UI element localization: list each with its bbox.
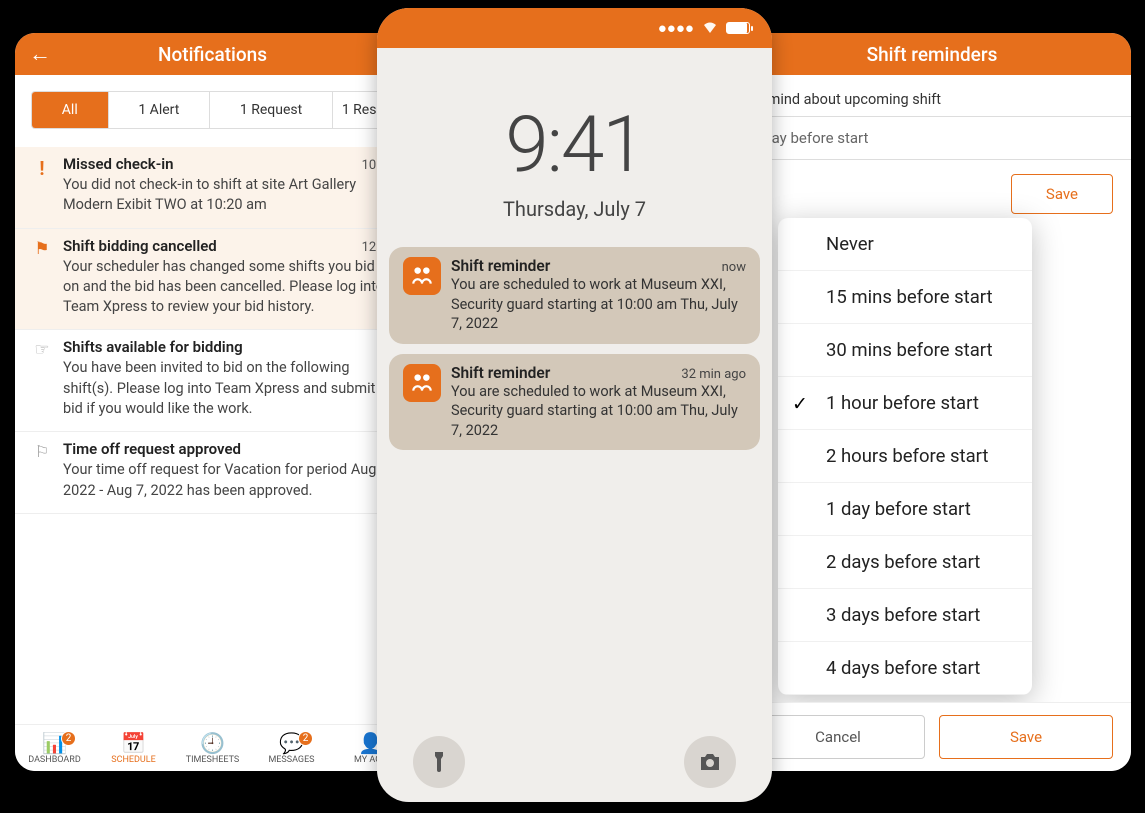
notif-text: You have been invited to bid on the foll…	[63, 358, 394, 419]
app-icon	[403, 364, 441, 402]
nav-label: TIMESHEETS	[186, 755, 240, 765]
nav-messages[interactable]: 💬 2 MESSAGES	[252, 733, 331, 765]
nav-label: MESSAGES	[268, 755, 314, 765]
alert-icon: !	[39, 157, 44, 180]
dd-option-4days[interactable]: 4 days before start	[778, 642, 1032, 695]
dd-option-3days[interactable]: 3 days before start	[778, 589, 1032, 642]
battery-icon	[726, 22, 750, 34]
save-button[interactable]: Save	[939, 715, 1113, 759]
lock-notif-title: Shift reminder	[451, 364, 550, 382]
lock-date: Thursday, July 7	[377, 197, 772, 221]
cancel-button[interactable]: Cancel	[751, 715, 925, 759]
dd-option-1hour[interactable]: 1 hour before start	[778, 377, 1032, 430]
nav-label: DASHBOARD	[28, 755, 80, 765]
lock-notif-text: You are scheduled to work at Museum XXI,…	[451, 382, 746, 441]
lock-notif-time: 32 min ago	[681, 367, 746, 382]
nav-dashboard[interactable]: 📊 2 DASHBOARD	[15, 733, 94, 765]
nav-badge: 2	[61, 731, 76, 746]
bottom-nav: 📊 2 DASHBOARD 📅 SCHEDULE 🕘 TIMESHEETS 💬 …	[15, 724, 410, 771]
hand-icon: ☞	[34, 340, 49, 360]
flag-outline-icon: ⚐	[35, 442, 49, 461]
shift-reminders-screen: Shift reminders Remind about upcoming sh…	[733, 33, 1131, 771]
notification-filter-tabs: All 1 Alert 1 Request 1 Resu	[31, 91, 394, 129]
lock-notification[interactable]: Shift reminder now You are scheduled to …	[389, 247, 760, 344]
app-icon	[403, 257, 441, 295]
flag-icon: ⚑	[34, 239, 49, 259]
notif-text: You did not check-in to shift at site Ar…	[63, 175, 394, 216]
timesheets-icon: 🕘	[200, 733, 225, 753]
form-footer: Cancel Save	[733, 702, 1131, 771]
nav-badge: 2	[298, 731, 313, 746]
notification-list: ! Missed check-in 10:20 You did not chec…	[15, 147, 410, 514]
nav-label: SCHEDULE	[111, 755, 155, 765]
notif-title: Time off request approved	[63, 440, 241, 458]
notif-text: Your time off request for Vacation for p…	[63, 460, 394, 501]
notification-item[interactable]: ⚐ Time off request approved Ju Your time…	[15, 432, 410, 514]
camera-button[interactable]	[684, 736, 736, 788]
save-button-top[interactable]: Save	[1011, 174, 1113, 214]
dd-option-2days[interactable]: 2 days before start	[778, 536, 1032, 589]
lock-notif-text: You are scheduled to work at Museum XXI,…	[451, 275, 746, 334]
lock-bottom-bar	[377, 736, 772, 788]
shift-reminders-title: Shift reminders	[867, 43, 998, 66]
lock-notif-time: now	[722, 260, 746, 275]
notification-item[interactable]: ! Missed check-in 10:20 You did not chec…	[15, 147, 410, 229]
tab-alert[interactable]: 1 Alert	[109, 92, 211, 128]
dd-option-15min[interactable]: 15 mins before start	[778, 271, 1032, 324]
notifications-screen: ← Notifications All 1 Alert 1 Request 1 …	[15, 33, 410, 771]
notif-title: Shift bidding cancelled	[63, 237, 217, 255]
lock-notification[interactable]: Shift reminder 32 min ago You are schedu…	[389, 354, 760, 451]
nav-timesheets[interactable]: 🕘 TIMESHEETS	[173, 733, 252, 765]
wifi-icon	[702, 19, 718, 37]
nav-schedule[interactable]: 📅 SCHEDULE	[94, 733, 173, 765]
tab-all[interactable]: All	[32, 92, 109, 128]
schedule-icon: 📅	[121, 733, 146, 753]
signal-icon: ●●●●	[658, 19, 694, 37]
flashlight-button[interactable]	[413, 736, 465, 788]
dd-option-30min[interactable]: 30 mins before start	[778, 324, 1032, 377]
notif-title: Shifts available for bidding	[63, 338, 243, 356]
notif-text: Your scheduler has changed some shifts y…	[63, 257, 394, 318]
dd-option-1day[interactable]: 1 day before start	[778, 483, 1032, 536]
notifications-header: ← Notifications	[15, 33, 410, 75]
lock-time: 9:41	[377, 100, 772, 191]
reminder-select[interactable]: 1 day before start	[733, 116, 1131, 160]
notif-title: Missed check-in	[63, 155, 173, 173]
reminder-dropdown: Never 15 mins before start 30 mins befor…	[778, 218, 1032, 695]
dd-option-2hours[interactable]: 2 hours before start	[778, 430, 1032, 483]
section-label: Remind about upcoming shift	[733, 91, 1131, 116]
dd-option-never[interactable]: Never	[778, 218, 1032, 271]
tab-request[interactable]: 1 Request	[210, 92, 333, 128]
lock-notif-title: Shift reminder	[451, 257, 550, 275]
notification-item[interactable]: ☞ Shifts available for bidding You have …	[15, 330, 410, 432]
reminder-form: Remind about upcoming shift 1 day before…	[733, 75, 1131, 214]
lock-screen: ●●●● 9:41 Thursday, July 7 Shift reminde…	[377, 8, 772, 802]
back-arrow-icon[interactable]: ←	[29, 41, 51, 67]
status-bar: ●●●●	[377, 8, 772, 48]
shift-reminders-header: Shift reminders	[733, 33, 1131, 75]
notification-item[interactable]: ⚑ Shift bidding cancelled 12:22 Your sch…	[15, 229, 410, 331]
notifications-title: Notifications	[158, 43, 267, 66]
